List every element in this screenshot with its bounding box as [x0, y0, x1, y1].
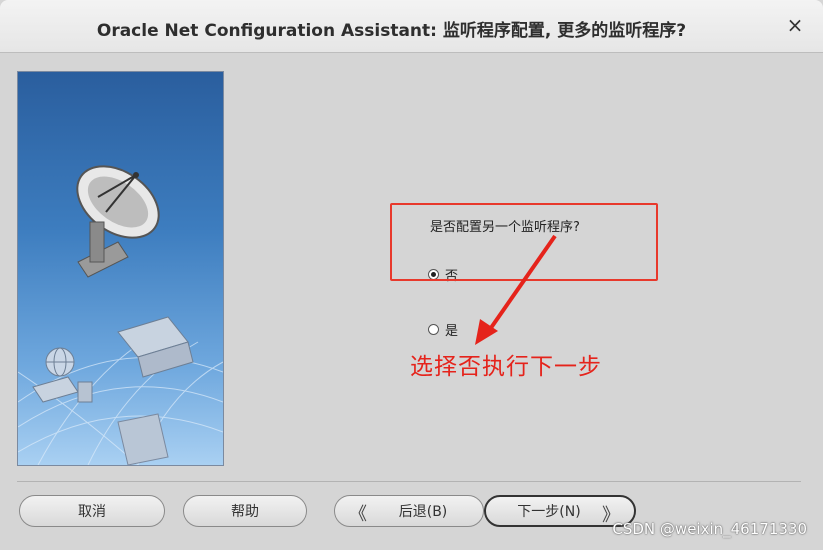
radio-yes-unchecked[interactable]: [428, 324, 439, 335]
watermark: CSDN @weixin_46171330: [612, 520, 807, 538]
chevron-left-icon: 《: [349, 504, 367, 525]
cancel-label: 取消: [78, 504, 106, 520]
window-title: Oracle Net Configuration Assistant: 监听程序…: [96, 21, 687, 41]
radio-yes-label: 是: [445, 324, 459, 339]
help-button[interactable]: 帮助: [183, 495, 307, 527]
globe-icon: [45, 347, 75, 377]
annotation-text: 选择否执行下一步: [410, 354, 602, 380]
help-label: 帮助: [231, 504, 259, 520]
cancel-button[interactable]: 取消: [19, 495, 165, 527]
dialog-content: 是否配置另一个监听程序? 否 是 选择否执行下一步 取消 帮助 《 后退(B) …: [0, 53, 823, 550]
satellite-dish-icon: [76, 165, 160, 278]
back-button[interactable]: 《 后退(B): [334, 495, 484, 527]
computer-icon: [32, 376, 93, 403]
close-icon[interactable]: ×: [783, 13, 807, 37]
title-bar: Oracle Net Configuration Assistant: 监听程序…: [0, 0, 823, 53]
wizard-side-image: [17, 71, 224, 466]
laptop-icon: [117, 316, 194, 378]
next-label: 下一步(N): [517, 504, 581, 520]
radio-option-yes[interactable]: 是: [428, 320, 458, 339]
footer-divider: [17, 481, 801, 482]
annotation-highlight-box: [390, 203, 658, 281]
back-label: 后退(B): [398, 504, 448, 520]
